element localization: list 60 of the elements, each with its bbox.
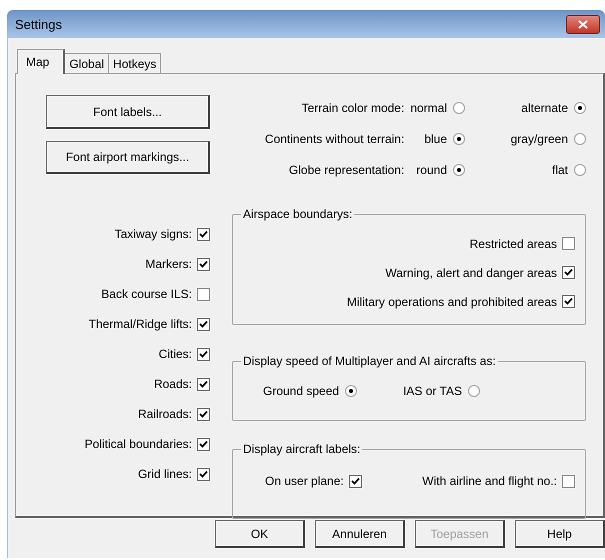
option-label: Continents without terrain: — [264, 131, 404, 148]
option-label: Roads: — [154, 377, 192, 391]
option-label: Railroads: — [138, 407, 192, 421]
checkbox[interactable] — [197, 228, 210, 240]
option-label: gray/green — [510, 132, 568, 146]
dialog-button[interactable]: OK — [215, 520, 305, 548]
checkbox[interactable] — [197, 438, 210, 450]
option-label: Thermal/Ridge lifts: — [88, 317, 192, 331]
option-label: flat — [552, 163, 568, 177]
option-label: alternate — [521, 101, 568, 115]
option-label: Grid lines: — [138, 467, 192, 481]
checkbox[interactable] — [197, 468, 210, 480]
option-label: Military operations and prohibited areas — [346, 294, 557, 308]
radio-button[interactable] — [345, 385, 358, 397]
option-label: Cities: — [158, 347, 192, 361]
checkbox[interactable] — [562, 295, 575, 308]
checkbox[interactable] — [197, 348, 210, 360]
option-label: Terrain color mode: — [302, 100, 404, 117]
font-button[interactable]: Font airport markings... — [46, 141, 210, 174]
option-label: blue — [424, 132, 447, 146]
radio-button[interactable] — [574, 133, 586, 145]
radio-button[interactable] — [574, 164, 586, 176]
option-label: Warning, alert and danger areas — [385, 266, 557, 280]
checkbox[interactable] — [197, 378, 210, 390]
checkbox[interactable] — [197, 258, 210, 270]
option-label: normal — [410, 101, 447, 115]
option-label: Taxiway signs: — [114, 227, 192, 241]
checkbox[interactable] — [562, 474, 575, 488]
radio-button[interactable] — [453, 164, 465, 176]
option-label: Markers: — [145, 257, 192, 271]
tab[interactable]: Hotkeys — [108, 53, 162, 73]
option-label: On user plane: — [265, 474, 344, 488]
option-label: IAS or TAS — [403, 384, 462, 398]
dialog-button[interactable]: Help — [515, 520, 605, 548]
close-button[interactable] — [566, 14, 600, 34]
close-icon — [578, 20, 588, 28]
font-button[interactable]: Font labels... — [46, 95, 210, 129]
dialog-button[interactable]: Annuleren — [315, 520, 405, 548]
group-title: Display speed of Multiplayer and AI aircrafts as: — [241, 354, 498, 368]
checkbox[interactable] — [197, 318, 210, 330]
option-label: Globe representation: — [288, 162, 404, 179]
window-title: Settings — [15, 16, 62, 32]
checkbox[interactable] — [348, 474, 362, 488]
radio-button[interactable] — [453, 133, 465, 145]
group-title: Airspace boundarys: — [241, 207, 354, 221]
group-title: Display aircraft labels: — [241, 442, 362, 456]
radio-button[interactable] — [453, 102, 465, 114]
checkbox[interactable] — [562, 237, 575, 250]
option-label: round — [416, 163, 447, 177]
radio-button[interactable] — [574, 102, 586, 114]
option-label: With airline and flight no.: — [422, 474, 557, 488]
tab[interactable]: Map — [17, 49, 66, 74]
radio-button[interactable] — [468, 385, 480, 397]
option-label: Political boundaries: — [84, 437, 192, 451]
checkbox[interactable] — [197, 288, 210, 300]
checkbox[interactable] — [197, 408, 210, 420]
option-label: Restricted areas — [470, 236, 557, 250]
checkbox[interactable] — [562, 266, 575, 279]
option-label: Ground speed — [263, 384, 340, 398]
option-label: Back course ILS: — [101, 287, 192, 301]
